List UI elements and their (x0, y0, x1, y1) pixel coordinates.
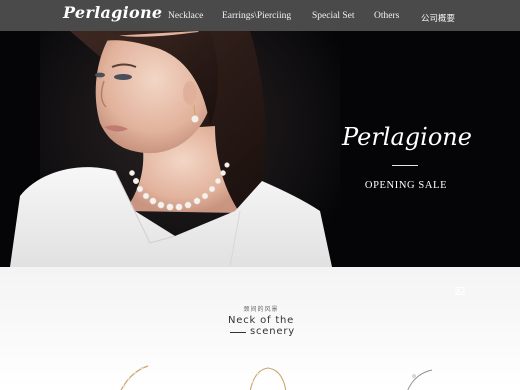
nav-item-others[interactable]: Others (374, 11, 399, 21)
hero-subtitle: OPENING SALE (364, 180, 448, 191)
nav-item-special-set[interactable]: Special Set (312, 11, 354, 21)
hero-banner[interactable]: Perlagione OPENING SALE (0, 31, 520, 267)
photo-icon[interactable] (455, 286, 465, 296)
section-title-line1: Neck of the (228, 315, 295, 326)
hero-title: Perlagione (342, 123, 472, 151)
section-kicker: 颈间的风景 (243, 306, 279, 313)
featured-section: 颈间的风景 Neck of the scenery (0, 267, 520, 390)
section-title-rule (230, 332, 246, 333)
nav-item-company[interactable]: 公司概要 (421, 12, 455, 24)
product-thumbnail[interactable] (238, 362, 318, 390)
hero-divider (392, 165, 418, 166)
product-thumbnail[interactable] (110, 362, 190, 390)
product-thumbnail[interactable] (392, 362, 472, 390)
nav-item-earrings[interactable]: Earrings\Pierciing (222, 11, 291, 21)
section-title-line2: scenery (250, 326, 295, 337)
brand-logo[interactable]: Perlagione (63, 3, 162, 22)
nav-item-necklace[interactable]: Necklace (168, 11, 203, 21)
top-nav-bar: Perlagione Necklace Earrings\Pierciing S… (0, 0, 520, 31)
